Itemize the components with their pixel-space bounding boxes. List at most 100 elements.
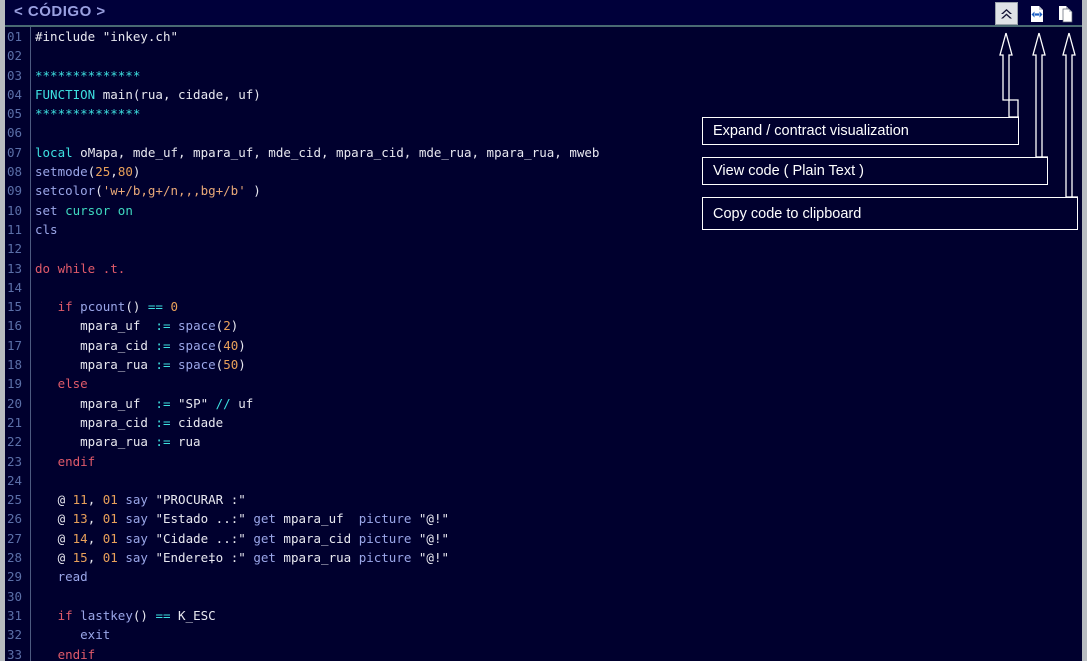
line-code: else <box>35 374 88 393</box>
line-number: 12 <box>7 241 23 257</box>
line-code: read <box>35 567 88 586</box>
line-number: 08 <box>7 164 23 180</box>
code-token: @ <box>35 550 73 566</box>
line-code: ************** <box>35 66 140 85</box>
code-token: space <box>178 337 216 353</box>
code-token: get <box>253 550 276 566</box>
code-token: mpara_cid <box>35 337 156 353</box>
line-code: FUNCTION main(rua, cidade, uf) <box>35 85 261 104</box>
code-token: 01 <box>102 550 118 566</box>
code-line: 28 @ 15, 01 say "Endere‡o :" get mpara_r… <box>5 548 1082 567</box>
code-token: := <box>155 434 171 450</box>
code-token: setcolor <box>35 183 96 199</box>
code-token: @ <box>35 511 73 527</box>
view-plain-text-button[interactable] <box>1026 3 1047 24</box>
code-token: cursor on <box>65 202 133 218</box>
line-code: mpara_uf := space(2) <box>35 316 238 335</box>
code-token: , <box>87 492 103 508</box>
expand-contract-button[interactable] <box>995 2 1018 25</box>
code-token: 01 <box>102 511 118 527</box>
code-token: get <box>253 511 276 527</box>
code-token: do while <box>35 260 96 276</box>
code-token: "inkey.ch" <box>102 29 178 44</box>
line-number: 17 <box>7 337 23 353</box>
code-token: read <box>57 569 88 585</box>
code-token: mpara_rua <box>275 550 359 566</box>
line-code: setcolor('w+/b,g+/n,,,bg+/b' ) <box>35 181 261 200</box>
copy-clipboard-button[interactable] <box>1055 3 1076 24</box>
code-token: endif <box>57 453 96 469</box>
code-line: 27 @ 14, 01 say "Cidade ..:" get mpara_c… <box>5 529 1082 548</box>
code-line: 21 mpara_cid := cidade <box>5 413 1082 432</box>
tooltip-copy-clipboard: Copy code to clipboard <box>702 197 1078 230</box>
line-number: 25 <box>7 492 23 508</box>
code-line: 20 mpara_uf := "SP" // uf <box>5 394 1082 413</box>
code-token: 14 <box>72 530 88 546</box>
line-code: endif <box>35 452 96 471</box>
code-token: "PROCURAR :" <box>155 492 246 508</box>
line-number: 29 <box>7 569 23 585</box>
code-token: 13 <box>72 511 88 527</box>
code-viewer-window: < CÓDIGO > 01 #include "inkey.ch" 02 03 … <box>0 0 1087 661</box>
code-token: mpara_cid <box>35 414 156 430</box>
line-number: 04 <box>7 86 23 102</box>
line-code: endif <box>35 645 96 661</box>
line-number: 32 <box>7 627 23 643</box>
code-line: 31 if lastkey() == K_ESC <box>5 606 1082 625</box>
window-titlebar: < CÓDIGO > <box>5 0 1082 27</box>
line-number: 06 <box>7 125 23 141</box>
code-token: , <box>87 530 103 546</box>
line-number: 28 <box>7 550 23 566</box>
code-token: ) <box>245 183 261 199</box>
code-token: say <box>125 530 148 546</box>
code-line: 13 do while .t. <box>5 259 1082 278</box>
code-token: 15 <box>72 550 88 566</box>
line-code: cls <box>35 220 58 239</box>
code-token: say <box>125 511 148 527</box>
line-code: ************** <box>35 104 140 123</box>
line-code: #include "inkey.ch" <box>35 27 178 46</box>
code-token: mpara_uf <box>35 318 156 334</box>
code-token: say <box>125 550 148 566</box>
code-line: 24 <box>5 471 1082 490</box>
code-token: "@!" <box>418 550 450 566</box>
code-token: 50 <box>223 357 239 373</box>
code-token: ************** <box>35 106 141 122</box>
code-token: "Cidade ..:" <box>155 530 246 546</box>
code-token: == <box>155 607 171 623</box>
code-line: 16 mpara_uf := space(2) <box>5 316 1082 335</box>
line-code: setmode(25,80) <box>35 162 140 181</box>
code-token: cidade <box>170 414 224 430</box>
code-token: 80 <box>117 164 133 180</box>
line-number: 21 <box>7 414 23 430</box>
code-token: 0 <box>170 299 179 315</box>
line-number: 23 <box>7 453 23 469</box>
code-line: 01 #include "inkey.ch" <box>5 27 1082 46</box>
line-code: exit <box>35 625 110 644</box>
code-token: () <box>125 299 148 315</box>
code-line: 22 mpara_rua := rua <box>5 432 1082 451</box>
code-token: := <box>155 318 171 334</box>
line-number: 09 <box>7 183 23 199</box>
line-number: 14 <box>7 279 23 295</box>
code-token: exit <box>80 627 111 643</box>
line-number: 19 <box>7 376 23 392</box>
line-code: mpara_rua := rua <box>35 432 200 451</box>
code-token: ( <box>95 183 103 199</box>
code-token: mpara_uf <box>35 395 156 411</box>
tooltip-label: View code ( Plain Text ) <box>713 163 864 179</box>
code-line: 15 if pcount() == 0 <box>5 297 1082 316</box>
page-title: < CÓDIGO > <box>14 3 106 20</box>
line-number: 18 <box>7 357 23 373</box>
code-token: say <box>125 492 148 508</box>
